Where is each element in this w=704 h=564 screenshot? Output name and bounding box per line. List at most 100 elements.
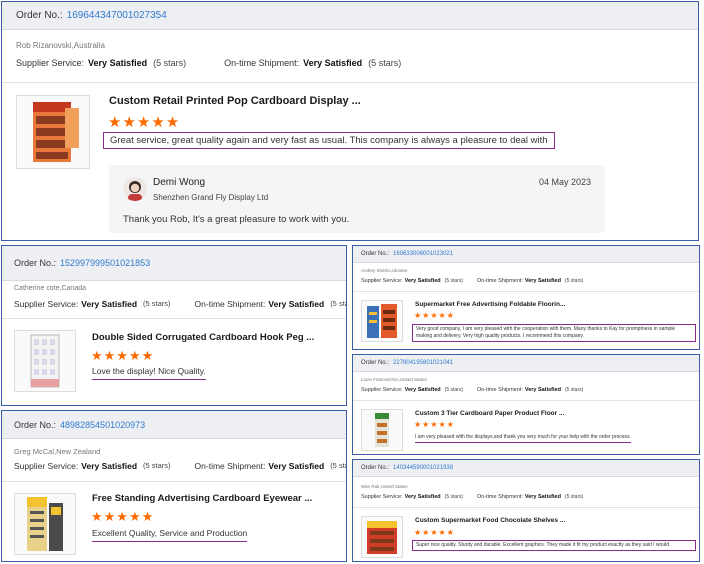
order-header: Order No.: 48982854501020973 — [2, 411, 346, 439]
feedback-text: Very good company, I am very pleased wit… — [412, 324, 696, 342]
reply-company: Shenzhen Grand Fly Display Ltd — [153, 193, 269, 202]
product-title[interactable]: Double Sided Corrugated Cardboard Hook P… — [92, 332, 314, 343]
divider — [2, 481, 346, 482]
supplier-service-stars: (5 stars) — [444, 494, 463, 500]
divider — [353, 400, 699, 401]
star-rating: ★★★★★ — [91, 509, 155, 524]
display-stand-image — [367, 304, 397, 338]
ontime-shipment-stars: (5 stars) — [564, 387, 584, 393]
product-title[interactable]: Free Standing Advertising Cardboard Eyew… — [92, 493, 312, 504]
star-rating: ★★★★★ — [414, 311, 455, 320]
supplier-reply: Demi Wong Shenzhen Grand Fly Display Ltd… — [109, 165, 605, 233]
buyer-name: Greg McCal,New Zealand — [14, 447, 101, 456]
feedback-text: Super nice quality. Sturdy and durable. … — [412, 540, 696, 551]
product-thumbnail[interactable] — [14, 493, 76, 555]
ontime-shipment-value: Very Satisfied — [268, 461, 325, 471]
review-card-3: Order No.: 48982854501020973 Greg McCal,… — [1, 410, 347, 562]
rating-row: Supplier Service: Very Satisfied (5 star… — [361, 278, 583, 284]
supplier-service-value: Very Satisfied — [404, 278, 441, 284]
reply-text: Thank you Rob, It's a great pleasure to … — [123, 214, 350, 225]
supplier-service-value: Very Satisfied — [81, 299, 138, 309]
order-label: Order No.: — [16, 10, 63, 21]
product-thumbnail[interactable] — [14, 330, 76, 392]
order-number[interactable]: 152997999501021853 — [60, 258, 150, 268]
feedback-text: Love the display! Nice Quality. — [92, 366, 206, 380]
ontime-shipment-label: On-time Shipment: — [477, 387, 523, 393]
order-number[interactable]: 140344590001021938 — [393, 465, 453, 471]
buyer-name: Luiza Franceschini,United States — [361, 377, 427, 382]
supplier-service-stars: (5 stars) — [444, 387, 463, 393]
buyer-name: Catherine cote,Canada — [14, 285, 86, 292]
product-thumbnail[interactable] — [361, 516, 403, 558]
display-stand-image — [27, 497, 63, 551]
star-rating: ★★★★★ — [108, 114, 181, 131]
display-stand-image — [30, 334, 60, 388]
review-card-6: Order No.: 140344590001021938 Wan Rak,Un… — [352, 459, 700, 562]
supplier-service-stars: (5 stars) — [444, 278, 463, 284]
order-number[interactable]: 160633006001023021 — [393, 251, 453, 257]
order-label: Order No.: — [14, 258, 57, 268]
avatar — [123, 177, 147, 201]
ontime-shipment-stars: (5 stars) — [330, 461, 346, 470]
ontime-shipment-value: Very Satisfied — [524, 278, 561, 284]
order-label: Order No.: — [361, 360, 390, 366]
ontime-shipment-value: Very Satisfied — [524, 494, 561, 500]
star-rating: ★★★★★ — [91, 348, 155, 363]
ontime-shipment-value: Very Satisfied — [524, 387, 561, 393]
ontime-shipment-label: On-time Shipment: — [194, 461, 266, 471]
display-stand-image — [367, 521, 397, 554]
reply-date: 04 May 2023 — [538, 177, 591, 187]
person-icon — [128, 181, 142, 201]
ontime-shipment-label: On-time Shipment: — [224, 58, 300, 68]
order-header: Order No.: 140344590001021938 — [353, 460, 699, 477]
order-number[interactable]: 48982854501020973 — [60, 420, 145, 430]
supplier-service-label: Supplier Service: — [14, 299, 79, 309]
review-card-2: Order No.: 152997999501021853 Catherine … — [1, 245, 347, 406]
feedback-text: Great service, great quality again and v… — [103, 132, 555, 149]
supplier-service-label: Supplier Service: — [14, 461, 79, 471]
ontime-shipment-stars: (5 stars) — [564, 494, 584, 500]
order-label: Order No.: — [361, 251, 390, 257]
divider — [353, 507, 699, 508]
order-label: Order No.: — [14, 419, 57, 430]
product-thumbnail[interactable] — [361, 300, 403, 342]
ontime-shipment-label: On-time Shipment: — [194, 299, 266, 309]
supplier-service-stars: (5 stars) — [143, 299, 171, 308]
ontime-shipment-stars: (5 stars) — [564, 278, 584, 284]
order-label: Order No.: — [361, 465, 390, 471]
divider — [353, 291, 699, 292]
supplier-service-value: Very Satisfied — [88, 58, 148, 68]
ontime-shipment-stars: (5 stars) — [330, 299, 346, 308]
supplier-service-label: Supplier Service: — [361, 387, 403, 393]
product-title[interactable]: Supermarket Free Advertising Foldable Fl… — [415, 301, 565, 308]
order-number[interactable]: 1696443470010273​54 — [67, 10, 167, 21]
ontime-shipment-value: Very Satisfied — [303, 58, 363, 68]
supplier-service-label: Supplier Service: — [16, 58, 85, 68]
product-title[interactable]: Custom Supermarket Food Chocolate Shelve… — [415, 517, 565, 524]
product-thumbnail[interactable] — [361, 409, 403, 451]
product-title[interactable]: Custom Retail Printed Pop Cardboard Disp… — [109, 95, 361, 107]
supplier-service-stars: (5 stars) — [143, 461, 171, 470]
feedback-text: Excellent Quality, Service and Productio… — [92, 528, 248, 542]
star-rating: ★★★★★ — [414, 528, 455, 537]
supplier-service-stars: (5 stars) — [153, 58, 187, 68]
order-header: Order No.: 1696443470010273​54 — [2, 2, 698, 30]
display-stand-image — [33, 102, 79, 162]
rating-row: Supplier Service: Very Satisfied (5 star… — [16, 58, 401, 68]
product-title[interactable]: Custom 3 Tier Cardboard Paper Product Fl… — [415, 410, 564, 417]
ontime-shipment-label: On-time Shipment: — [477, 278, 523, 284]
star-rating: ★★★★★ — [414, 420, 455, 429]
reply-author: Demi Wong — [153, 177, 206, 188]
product-thumbnail[interactable] — [16, 95, 90, 169]
order-header: Order No.: 152997999501021853 — [2, 246, 346, 281]
ontime-shipment-label: On-time Shipment: — [477, 494, 523, 500]
divider — [2, 318, 346, 319]
review-card-4: Order No.: 160633006001023021 Andrey Sha… — [352, 245, 700, 350]
rating-row: Supplier Service: Very Satisfied (5 star… — [361, 387, 583, 393]
supplier-service-label: Supplier Service: — [361, 494, 403, 500]
review-card-5: Order No.: 227804195801021041 Luiza Fran… — [352, 354, 700, 455]
ontime-shipment-stars: (5 stars) — [368, 58, 402, 68]
divider — [2, 82, 698, 83]
order-number[interactable]: 227804195801021041 — [393, 360, 453, 366]
ontime-shipment-value: Very Satisfied — [268, 299, 325, 309]
